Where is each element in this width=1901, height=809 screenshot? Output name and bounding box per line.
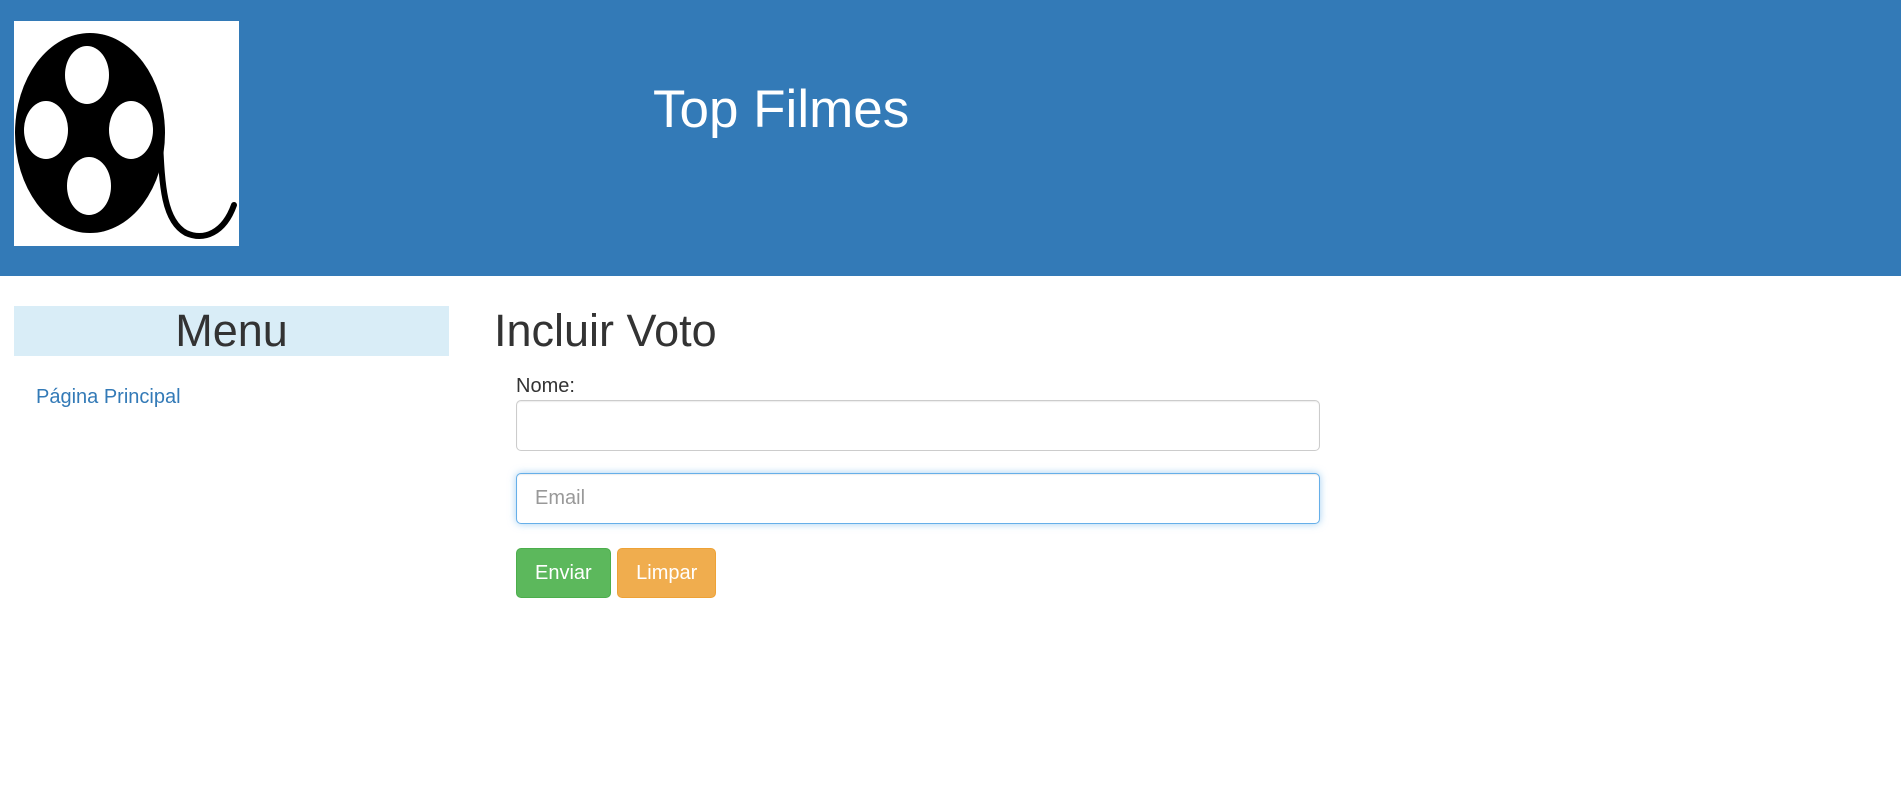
form-buttons: Enviar Limpar — [516, 548, 1320, 598]
menu-heading: Menu — [14, 306, 449, 356]
film-reel-icon — [14, 21, 239, 246]
page-title: Incluir Voto — [494, 305, 717, 356]
main-content: Incluir Voto Nome: Enviar Limpar — [494, 300, 1334, 598]
site-title: Top Filmes — [653, 80, 910, 139]
site-header: Top Filmes — [0, 0, 1901, 276]
sidebar-link-pagina-principal[interactable]: Página Principal — [36, 386, 181, 409]
submit-button[interactable]: Enviar — [516, 548, 611, 598]
vote-form: Nome: Enviar Limpar — [516, 372, 1320, 598]
email-input[interactable] — [516, 473, 1320, 524]
reset-button[interactable]: Limpar — [617, 548, 717, 598]
sidebar-menu: Menu Página Principal — [14, 306, 449, 409]
name-label: Nome: — [516, 375, 575, 397]
name-input[interactable] — [516, 400, 1320, 451]
